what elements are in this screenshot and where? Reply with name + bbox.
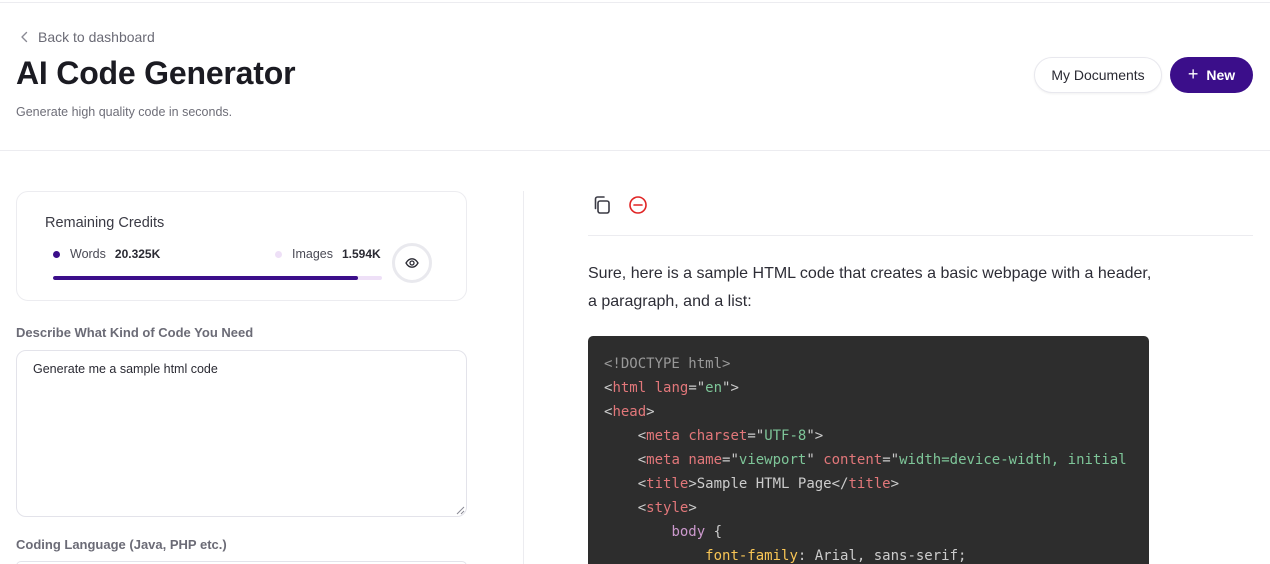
words-progress-fill xyxy=(53,276,358,280)
code-token: meta xyxy=(646,428,680,444)
images-legend: Images 1.594K xyxy=(275,247,381,261)
code-line: <head> xyxy=(604,400,1149,424)
top-border xyxy=(0,2,1270,3)
code-token: =" xyxy=(722,452,739,468)
new-button[interactable]: + New xyxy=(1170,57,1253,93)
code-token: "> xyxy=(806,428,824,444)
words-value: 20.325K xyxy=(114,247,161,261)
code-token: name xyxy=(688,452,723,468)
page-title: AI Code Generator xyxy=(16,55,296,91)
code-token: : Arial, sans-serif; xyxy=(797,548,967,564)
code-line: <style> xyxy=(604,496,1149,520)
code-line: <meta name="viewport" content="width=dev… xyxy=(604,448,1149,472)
header-divider xyxy=(0,150,1270,151)
code-token: > xyxy=(646,404,655,420)
code-line: <!DOCTYPE html> xyxy=(604,352,1149,376)
code-token: content xyxy=(823,452,883,468)
back-label: Back to dashboard xyxy=(38,29,155,45)
description-textarea[interactable]: Generate me a sample html code xyxy=(16,350,467,517)
output-intro-text: Sure, here is a sample HTML code that cr… xyxy=(588,265,1152,310)
words-dot xyxy=(53,250,60,258)
copy-icon[interactable] xyxy=(592,195,612,215)
credits-progress-bar xyxy=(53,276,382,280)
code-token: UTF-8 xyxy=(764,428,807,444)
page-subtitle: Generate high quality code in seconds. xyxy=(16,105,233,119)
remaining-credits-card: Remaining Credits Words 20.325K Images 1… xyxy=(16,191,467,301)
words-legend: Words 20.325K xyxy=(53,247,160,261)
code-token: < xyxy=(604,500,647,516)
code-token: > xyxy=(688,500,697,516)
output-toolbar-divider xyxy=(588,235,1253,236)
my-documents-button[interactable]: My Documents xyxy=(1034,57,1162,93)
code-token: en xyxy=(705,380,723,396)
code-token: body xyxy=(671,524,706,540)
code-token: =" xyxy=(688,380,706,396)
plus-icon: + xyxy=(1187,64,1199,84)
credits-title: Remaining Credits xyxy=(45,215,165,231)
code-token: < xyxy=(604,452,647,468)
code-token: =" xyxy=(747,428,765,444)
images-dot xyxy=(275,250,282,258)
code-line: <meta charset="UTF-8"> xyxy=(604,424,1149,448)
code-token: " xyxy=(806,452,824,468)
code-token: charset xyxy=(688,428,748,444)
code-token: width=device-width, initial xyxy=(899,452,1127,468)
words-label: Words xyxy=(70,247,106,261)
images-label: Images xyxy=(292,247,333,261)
images-value: 1.594K xyxy=(342,247,381,261)
code-block: <!DOCTYPE html> <html lang="en"> <head> <m… xyxy=(588,336,1149,564)
column-divider xyxy=(523,191,524,564)
code-token: meta xyxy=(646,452,680,468)
coding-language-label: Coding Language (Java, PHP etc.) xyxy=(16,537,227,552)
code-token: style xyxy=(646,500,689,516)
my-documents-label: My Documents xyxy=(1051,67,1145,83)
back-to-dashboard-link[interactable]: Back to dashboard xyxy=(20,29,155,45)
code-line: body { xyxy=(604,520,1149,544)
code-line: font-family: Arial, sans-serif; xyxy=(604,544,1149,564)
new-label: New xyxy=(1206,67,1236,83)
code-line: <html lang="en"> xyxy=(604,376,1149,400)
code-token: viewport xyxy=(738,452,807,468)
code-token: "> xyxy=(722,380,739,396)
view-credits-button[interactable] xyxy=(392,243,432,283)
description-label: Describe What Kind of Code You Need xyxy=(16,325,254,340)
code-token: < xyxy=(604,428,647,444)
code-token: font-family xyxy=(705,548,798,564)
code-token: html xyxy=(612,380,647,396)
chevron-left-icon xyxy=(21,31,28,43)
code-token: > xyxy=(890,476,900,492)
minus-circle-icon[interactable] xyxy=(627,194,649,216)
eye-icon xyxy=(405,258,419,268)
code-token: lang xyxy=(654,380,689,396)
resize-handle-icon[interactable] xyxy=(456,506,465,515)
code-token: { xyxy=(705,524,723,540)
code-token: title xyxy=(848,476,891,492)
code-token: <!DOCTYPE html> xyxy=(604,356,731,372)
code-token: >Sample HTML Page</ xyxy=(688,476,849,492)
code-token: head xyxy=(612,404,647,420)
code-line: <title>Sample HTML Page</title> xyxy=(604,472,1149,496)
code-token: =" xyxy=(882,452,900,468)
code-token: title xyxy=(646,476,689,492)
code-token: < xyxy=(604,476,647,492)
